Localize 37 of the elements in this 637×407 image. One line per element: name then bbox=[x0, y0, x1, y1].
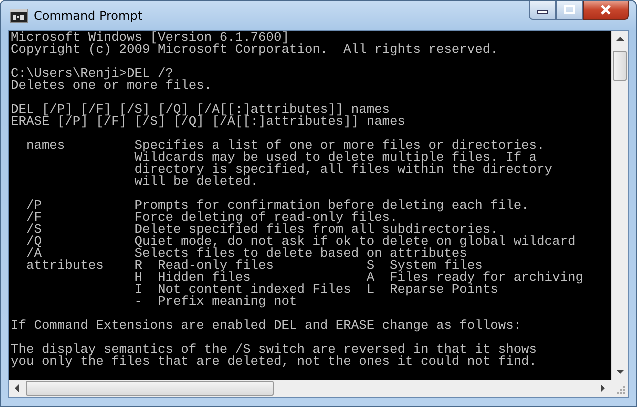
scrollbar-thumb[interactable] bbox=[613, 51, 627, 81]
console-line: attributes R Read-only files S System files bbox=[25, 260, 483, 272]
console-line: DEL [/P] [/F] [/S] [/Q] [/A[[:]attributes]] names bbox=[11, 104, 390, 116]
maximize-icon bbox=[564, 5, 576, 15]
maximize-button[interactable] bbox=[556, 1, 583, 20]
scrollbar-thumb[interactable] bbox=[26, 381, 274, 396]
console-line: /F Force deleting of read-only files. bbox=[25, 212, 398, 224]
console-line: names Specifies a list of one or more files or directories. bbox=[25, 140, 545, 152]
vertical-scrollbar[interactable] bbox=[611, 31, 628, 380]
console-line: If Command Extensions are enabled DEL and ERASE change as follows: bbox=[11, 320, 522, 332]
console-line: /S Delete specified files from all subdirectories. bbox=[25, 224, 498, 236]
console-line: /Q Quiet mode, do not ask if ok to delete on global wildcard bbox=[25, 236, 576, 248]
console-line: you only the files that are deleted, not the ones it could not find. bbox=[11, 356, 538, 368]
resize-grip-icon[interactable] bbox=[615, 384, 625, 394]
console-icon bbox=[10, 8, 28, 22]
scroll-left-icon[interactable] bbox=[14, 384, 20, 393]
window-title: Command Prompt bbox=[34, 8, 143, 22]
console-line: Copyright (c) 2009 Microsoft Corporation. All rights reserved. bbox=[11, 44, 498, 56]
console-line: Microsoft Windows [Version 6.1.7600] bbox=[11, 32, 290, 44]
close-button[interactable] bbox=[583, 1, 629, 20]
scroll-right-icon[interactable] bbox=[600, 384, 606, 393]
close-icon bbox=[599, 4, 613, 16]
console-line: C:\Users\Renji>DEL /? bbox=[11, 68, 174, 80]
console-line: /P Prompts for confirmation before deleting each file. bbox=[25, 200, 530, 212]
console-line: /A Selects files to delete based on attributes bbox=[25, 248, 468, 260]
console-line: - Prefix meaning not bbox=[134, 296, 298, 308]
console-line: directory is specified, all files within the directory bbox=[134, 164, 552, 176]
console-line: Wildcards may be used to delete multiple files. If a bbox=[134, 152, 538, 164]
console-line: H Hidden files A Files ready for archiving bbox=[134, 272, 584, 284]
scroll-up-icon[interactable] bbox=[616, 36, 624, 42]
console-line: ERASE [/P] [/F] [/S] [/Q] [/A[[:]attributes]] names bbox=[11, 116, 406, 128]
minimize-button[interactable] bbox=[529, 1, 556, 20]
console-line: I Not content indexed Files L Reparse Points bbox=[134, 284, 498, 296]
console-line: will be deleted. bbox=[134, 176, 259, 188]
console-line: Deletes one or more files. bbox=[11, 80, 212, 92]
scroll-down-icon[interactable] bbox=[616, 369, 624, 375]
console-line: The display semantics of the /S switch are reversed in that it shows bbox=[11, 344, 538, 356]
